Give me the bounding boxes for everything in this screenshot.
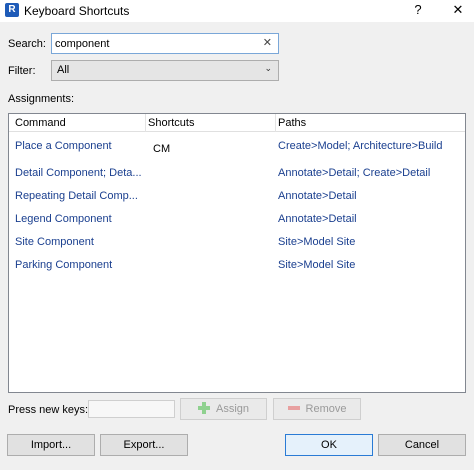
close-button[interactable]: ✕ (450, 2, 466, 20)
remove-button[interactable]: Remove (273, 398, 361, 420)
filter-dropdown[interactable]: All ⌄ (51, 60, 279, 81)
command-cell: Parking Component (15, 259, 113, 271)
import-button[interactable]: Import... (7, 434, 95, 456)
column-header-paths[interactable]: Paths (278, 117, 306, 131)
minus-icon (287, 406, 300, 410)
filter-label: Filter: (8, 65, 36, 77)
table-row[interactable]: Legend Component Annotate>Detail (9, 210, 465, 230)
path-cell: Annotate>Detail (278, 190, 357, 202)
new-keys-input[interactable] (88, 400, 175, 418)
ok-button[interactable]: OK (285, 434, 373, 456)
command-cell: Legend Component (15, 213, 112, 225)
clear-search-icon[interactable]: ✕ (263, 36, 272, 49)
column-separator[interactable] (275, 114, 276, 132)
table-row[interactable]: Place a Component CM Create>Model; Archi… (9, 137, 465, 157)
table-row[interactable]: Site Component Site>Model Site (9, 233, 465, 253)
shortcut-cell: CM (153, 143, 171, 155)
column-header-command[interactable]: Command (15, 117, 66, 131)
filter-selected-value: All (57, 64, 70, 76)
assign-button-label: Assign (215, 403, 250, 415)
assignments-label: Assignments: (8, 93, 75, 105)
command-cell: Detail Component; Deta... (15, 167, 141, 179)
search-label: Search: (8, 38, 46, 50)
table-row[interactable]: Parking Component Site>Model Site (9, 256, 465, 276)
table-row[interactable]: Detail Component; Deta... Annotate>Detai… (9, 164, 465, 184)
path-cell: Annotate>Detail (278, 213, 357, 225)
column-header-shortcuts[interactable]: Shortcuts (148, 117, 194, 131)
search-input[interactable] (55, 36, 255, 51)
app-icon: R (5, 3, 19, 17)
export-button[interactable]: Export... (100, 434, 188, 456)
path-cell: Annotate>Detail; Create>Detail (278, 167, 431, 179)
help-button[interactable]: ? (410, 2, 426, 20)
remove-button-label: Remove (305, 403, 347, 415)
path-cell: Create>Model; Architecture>Build (278, 140, 443, 152)
command-cell: Repeating Detail Comp... (15, 190, 138, 202)
assign-button[interactable]: Assign (180, 398, 267, 420)
cancel-button[interactable]: Cancel (378, 434, 466, 456)
table-row[interactable]: Repeating Detail Comp... Annotate>Detail (9, 187, 465, 207)
press-new-keys-label: Press new keys: (8, 404, 89, 416)
title-bar: R Keyboard Shortcuts ? ✕ (0, 0, 474, 22)
command-cell: Place a Component (15, 140, 112, 152)
command-cell: Site Component (15, 236, 94, 248)
list-header: Command Shortcuts Paths (9, 114, 465, 132)
search-field[interactable]: ✕ (51, 33, 279, 54)
assignments-list[interactable]: Command Shortcuts Paths Place a Componen… (8, 113, 466, 393)
window-title: Keyboard Shortcuts (24, 4, 130, 18)
path-cell: Site>Model Site (278, 259, 356, 271)
plus-icon (197, 402, 210, 414)
path-cell: Site>Model Site (278, 236, 356, 248)
column-separator[interactable] (145, 114, 146, 132)
chevron-down-icon: ⌄ (264, 63, 272, 73)
